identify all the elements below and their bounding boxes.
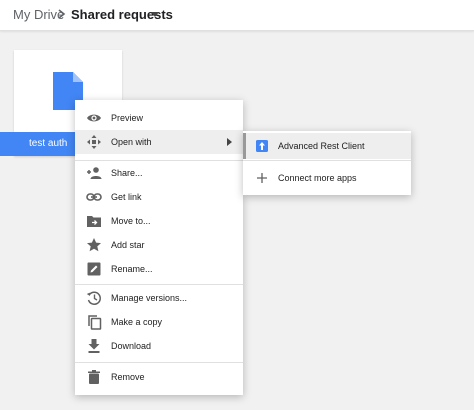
open-with-icon xyxy=(87,135,101,149)
menu-item-label: Open with xyxy=(111,137,152,147)
menu-item-label: Share... xyxy=(111,168,143,178)
plus-icon xyxy=(257,173,267,183)
menu-item-label: Manage versions... xyxy=(111,293,188,303)
folder-menu-dropdown-icon[interactable] xyxy=(151,12,159,17)
download-icon xyxy=(88,339,100,353)
submenu-item-label: Connect more apps xyxy=(278,173,357,183)
history-icon xyxy=(86,291,101,305)
copy-icon xyxy=(88,315,102,330)
menu-item-label: Remove xyxy=(111,372,145,382)
menu-item-label: Download xyxy=(111,341,152,351)
submenu-item-advanced-rest-client[interactable]: Advanced Rest Client xyxy=(243,133,411,159)
menu-item-label: Rename... xyxy=(111,264,153,274)
app-icon xyxy=(256,140,268,152)
star-icon xyxy=(87,238,101,252)
open-with-submenu: Advanced Rest Client Connect more apps xyxy=(243,131,411,195)
link-icon xyxy=(86,193,102,201)
menu-item-make-a-copy[interactable]: Make a copy xyxy=(75,310,243,334)
menu-item-label: Add star xyxy=(111,240,145,250)
menu-item-remove[interactable]: Remove xyxy=(75,365,243,389)
submenu-item-connect-more-apps[interactable]: Connect more apps xyxy=(243,165,411,191)
submenu-item-label: Advanced Rest Client xyxy=(278,141,365,151)
context-menu: Preview Open with Share... Get link Move… xyxy=(75,100,243,395)
trash-icon xyxy=(88,370,100,384)
chevron-right-icon xyxy=(58,9,66,19)
menu-divider xyxy=(75,284,243,285)
menu-item-manage-versions[interactable]: Manage versions... xyxy=(75,286,243,310)
menu-item-label: Make a copy xyxy=(111,317,163,327)
file-title-bar[interactable]: test auth xyxy=(0,132,75,156)
menu-item-get-link[interactable]: Get link xyxy=(75,185,243,209)
move-folder-icon xyxy=(87,216,101,227)
menu-item-download[interactable]: Download xyxy=(75,334,243,358)
menu-item-label: Move to... xyxy=(111,216,151,226)
top-bar: My Drive Shared requests xyxy=(0,0,474,31)
menu-item-add-star[interactable]: Add star xyxy=(75,233,243,257)
eye-icon xyxy=(87,114,101,122)
menu-item-preview[interactable]: Preview xyxy=(75,106,243,130)
menu-item-move-to[interactable]: Move to... xyxy=(75,209,243,233)
menu-divider xyxy=(243,160,411,161)
pencil-icon xyxy=(87,262,101,276)
menu-item-label: Get link xyxy=(111,192,142,202)
add-person-icon xyxy=(87,167,102,179)
menu-item-label: Preview xyxy=(111,113,144,123)
submenu-arrow-icon xyxy=(227,138,232,146)
menu-item-share[interactable]: Share... xyxy=(75,161,243,185)
menu-divider xyxy=(75,362,243,363)
menu-item-open-with[interactable]: Open with xyxy=(75,130,243,154)
menu-item-rename[interactable]: Rename... xyxy=(75,257,243,281)
